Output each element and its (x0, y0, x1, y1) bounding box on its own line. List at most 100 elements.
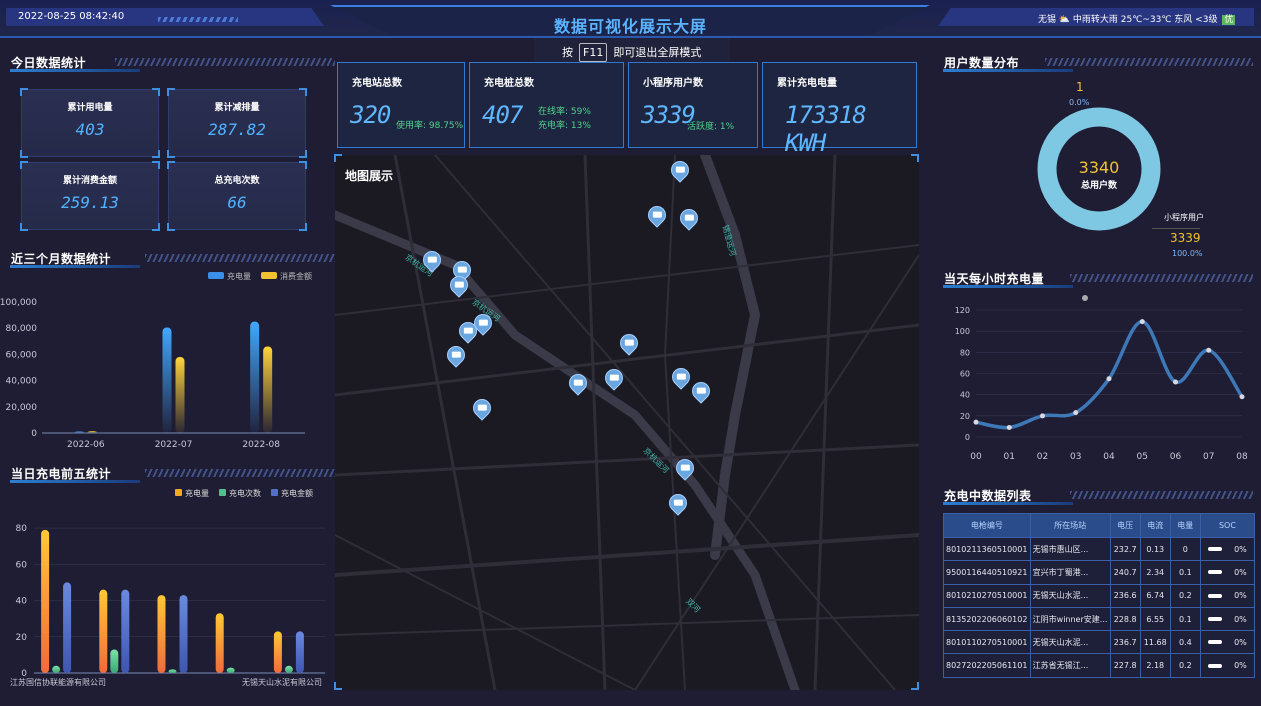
card-sub: 充电率: 13% (538, 121, 591, 131)
table-row[interactable]: 9500116440510921 宜兴市丁蜀港... 240.7 2.34 0.1 0% (943, 560, 1256, 585)
table-cell: 0% (1199, 583, 1256, 608)
soc-value: 0% (1234, 591, 1247, 601)
bar-充电量 (157, 595, 166, 673)
pin-icon (684, 214, 694, 221)
kpi-value: 259.13 (61, 193, 119, 212)
table-cell: 8027202205061101 (943, 653, 1031, 678)
soc-bar (1208, 547, 1223, 552)
legend-swatch (208, 272, 224, 279)
card-sub: 使用率: 98.75% (396, 121, 464, 131)
kpi-label: 累计消费金额 (62, 176, 117, 186)
months-legend: 充电量 消费金额 (208, 271, 312, 282)
table-cell: 0% (1199, 536, 1256, 562)
map-corner-br (911, 682, 919, 690)
map-panel[interactable]: 地图展示 京杭运河 京杭运河 锡澄运河 京杭运河 双河 (335, 155, 919, 690)
legend-swatch (219, 489, 226, 496)
card-label: 小程序用户数 (643, 78, 703, 89)
data-point (973, 419, 979, 425)
table-cell: 0 (1169, 536, 1201, 562)
top5-chart: 020406080江苏国信协联能源有限公司 无锡天山水泥有限公司 (10, 524, 325, 687)
map-corner-bl (334, 682, 342, 690)
summary-card: 累计充电电量 173318 KWH (762, 62, 917, 157)
top5-legend-3: 充电金额 (271, 488, 313, 499)
soc-value: 0% (1234, 614, 1247, 624)
y-tick-label: 40,000 (6, 377, 38, 387)
users-total: 3340 (1078, 158, 1120, 177)
data-point (1073, 410, 1079, 416)
data-point (1139, 319, 1145, 325)
soc-value: 0% (1234, 637, 1247, 647)
card-label: 累计充电电量 (777, 78, 837, 89)
card-sub: 活跃度: 1% (687, 122, 735, 132)
bar-充电量 (273, 631, 282, 673)
corner (152, 161, 160, 169)
x-tick-label: 江苏国信协联能源有限公司 (10, 677, 106, 687)
today-title-line (115, 58, 335, 66)
table-cell: 0.1 (1169, 606, 1201, 632)
y-tick-label: 80 (960, 348, 970, 357)
card-value: 320 (350, 101, 391, 129)
card-label: 充电站总数 (352, 78, 402, 89)
table-cell: 江苏省无锡江... (1029, 653, 1111, 678)
table-row[interactable]: 8027202205061101 江苏省无锡江... 227.8 2.18 0.2 0% (943, 653, 1256, 678)
summary-card: 充电桩总数 407 在线率: 59% 充电率: 13% (469, 62, 624, 148)
pin-icon (478, 319, 488, 326)
kpi-value: 403 (75, 120, 105, 139)
card-value: 407 (482, 101, 523, 129)
users-mini-pct: 100.0% (1172, 249, 1203, 258)
soc-bar (1208, 640, 1223, 645)
kpi-value: 66 (227, 193, 247, 212)
corner (299, 88, 307, 96)
table-header-cell: 电压 (1109, 513, 1141, 538)
table-row[interactable]: 8010211360510001 无锡市惠山区... 232.7 0.13 0 0% (943, 536, 1256, 562)
users-title-under (943, 69, 1073, 72)
bar-充电次数 (110, 649, 119, 673)
map-road (335, 533, 919, 577)
corner (167, 223, 175, 231)
months-title-under (10, 265, 140, 268)
summary-card: 充电站总数 320 使用率: 98.75% (337, 62, 465, 148)
table-cell: 0% (1199, 560, 1256, 585)
x-tick-label: 2022-08 (242, 440, 280, 450)
table-cell: 无锡市惠山区... (1029, 536, 1111, 562)
x-tick-label: 05 (1137, 452, 1148, 462)
table-cell: 0.4 (1169, 630, 1201, 655)
pin-icon (457, 266, 467, 273)
table-cell: 无锡天山水泥... (1029, 630, 1111, 655)
pin-icon (624, 339, 634, 346)
table-cell: 240.7 (1109, 560, 1141, 585)
table-cell: 江阴市winner安建... (1029, 606, 1111, 632)
soc-value: 0% (1234, 544, 1247, 554)
y-tick-label: 20 (960, 412, 970, 421)
table-cell: 236.6 (1109, 583, 1141, 608)
corner (299, 161, 307, 169)
bar-充电次数 (226, 667, 235, 673)
corner (152, 88, 160, 96)
table-cell: 无锡天山水泥... (1029, 583, 1111, 608)
bar-充电次数 (168, 669, 177, 673)
hourly-title-line (1070, 274, 1253, 282)
map-title: 地图展示 (345, 169, 394, 183)
table-row[interactable]: 8010210270510001 无锡天山水泥... 236.6 6.74 0.2 0% (943, 583, 1256, 608)
pin-icon (454, 281, 464, 288)
card-value: 173318 KWH (785, 101, 867, 157)
legend-label: 充电金额 (281, 489, 313, 498)
table-row[interactable]: 8010110270510001 无锡天山水泥... 236.7 11.68 0.4 0% (943, 630, 1256, 655)
bar-充电次数 (52, 665, 61, 673)
map-corner-tl (334, 154, 342, 162)
bar-消费金额 (87, 431, 97, 433)
x-tick-label: 01 (1004, 452, 1015, 462)
card-sub: 在线率: 59% (538, 107, 591, 117)
table-cell: 0% (1199, 653, 1256, 678)
table-cell: 11.68 (1139, 630, 1171, 655)
soc-value: 0% (1234, 661, 1247, 671)
table-cell: 0.13 (1139, 536, 1171, 562)
bar-消费金额 (175, 357, 185, 433)
y-tick-label: 60 (960, 370, 970, 379)
table-row[interactable]: 8135202206060102 江阴市winner安建... 228.8 6.55 0… (943, 606, 1256, 632)
top5-title-under (10, 480, 140, 483)
bar-充电量 (162, 327, 172, 433)
kpi-card: 累计用电量 403 (20, 88, 160, 158)
data-point (1006, 424, 1012, 430)
kpi-card: 累计消费金额 259.13 (20, 161, 160, 231)
